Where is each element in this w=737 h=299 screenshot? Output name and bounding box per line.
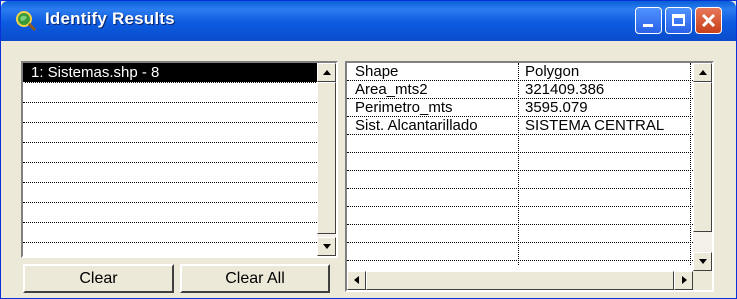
field-value: [525, 225, 687, 242]
identify-results-window: Identify Results 1: Sistemas.shp - 8 Sha…: [0, 0, 737, 299]
field-name: [355, 189, 515, 206]
field-value: 321409.386: [525, 81, 605, 98]
table-row: Perimetro_mts 3595.079: [347, 99, 693, 117]
field-value: [525, 153, 687, 170]
list-item[interactable]: [23, 183, 317, 203]
maximize-button[interactable]: [665, 7, 692, 34]
field-value: [525, 135, 687, 152]
list-item[interactable]: [23, 103, 317, 123]
field-name: Area_mts2: [355, 81, 428, 98]
list-scroll-up-button[interactable]: [317, 63, 336, 82]
grid-hscroll-thumb[interactable]: [366, 271, 674, 290]
table-row: [347, 189, 693, 207]
grid-scroll-thumb[interactable]: [693, 82, 712, 232]
window-title: Identify Results: [45, 9, 175, 28]
attributes-grid[interactable]: Shape Polygon Area_mts2 321409.386 Perim…: [345, 61, 714, 292]
list-item[interactable]: [23, 163, 317, 183]
results-list[interactable]: 1: Sistemas.shp - 8: [21, 61, 338, 258]
field-name: [355, 207, 515, 224]
table-row: [347, 225, 693, 243]
list-item[interactable]: [23, 123, 317, 143]
close-icon: [701, 13, 716, 28]
arrow-up-icon: [699, 70, 707, 75]
table-row: Sist. Alcantarillado SISTEMA CENTRAL: [347, 117, 693, 135]
title-bar[interactable]: Identify Results: [1, 1, 736, 41]
list-item[interactable]: [23, 143, 317, 163]
field-value: [525, 243, 687, 260]
column-divider: [518, 63, 519, 265]
field-name: [355, 225, 515, 242]
field-name: [355, 153, 515, 170]
scrollbar-corner: [693, 271, 712, 290]
field-value: [525, 189, 687, 206]
arrow-up-icon: [323, 70, 331, 75]
field-name: Perimetro_mts: [355, 99, 453, 116]
table-row: [347, 135, 693, 153]
list-item[interactable]: [23, 223, 317, 243]
table-row: [347, 153, 693, 171]
list-item-label: 1: Sistemas.shp - 8: [31, 64, 160, 81]
field-name: [355, 243, 515, 260]
table-row: [347, 207, 693, 225]
clear-button[interactable]: Clear: [23, 264, 174, 293]
grid-scroll-down-button[interactable]: [693, 252, 712, 271]
minimize-button[interactable]: [635, 7, 662, 34]
grid-scroll-up-button[interactable]: [693, 63, 712, 82]
field-value: 3595.079: [525, 99, 588, 116]
grid-scroll-left-button[interactable]: [347, 271, 366, 290]
field-name: Sist. Alcantarillado: [355, 117, 478, 134]
list-item[interactable]: [23, 83, 317, 103]
field-name: [355, 135, 515, 152]
list-vertical-scrollbar[interactable]: [317, 63, 336, 256]
field-name: Shape: [355, 63, 399, 80]
list-item[interactable]: [23, 203, 317, 223]
field-value: [525, 207, 687, 224]
table-row: Area_mts2 321409.386: [347, 81, 693, 99]
magnifier-globe-icon: [16, 11, 37, 32]
minimize-icon: [643, 24, 653, 27]
field-name: [355, 171, 515, 188]
list-scroll-down-button[interactable]: [317, 237, 336, 256]
table-row: [347, 243, 693, 261]
arrow-down-icon: [699, 259, 707, 264]
arrow-left-icon: [354, 276, 359, 284]
field-value: Polygon: [525, 63, 580, 80]
arrow-down-icon: [323, 244, 331, 249]
close-button[interactable]: [695, 7, 722, 34]
maximize-icon: [672, 14, 685, 26]
table-row: [347, 171, 693, 189]
grid-scroll-right-button[interactable]: [674, 271, 693, 290]
field-value: [525, 171, 687, 188]
table-row: Shape Polygon: [347, 63, 693, 81]
field-value: SISTEMA CENTRAL: [525, 117, 665, 134]
clear-all-button[interactable]: Clear All: [180, 264, 330, 293]
column-divider: [690, 63, 691, 265]
arrow-right-icon: [682, 276, 687, 284]
grid-horizontal-scrollbar[interactable]: [347, 271, 693, 290]
list-scroll-thumb[interactable]: [317, 82, 336, 234]
list-item[interactable]: 1: Sistemas.shp - 8: [23, 63, 317, 83]
grid-vertical-scrollbar[interactable]: [693, 63, 712, 271]
